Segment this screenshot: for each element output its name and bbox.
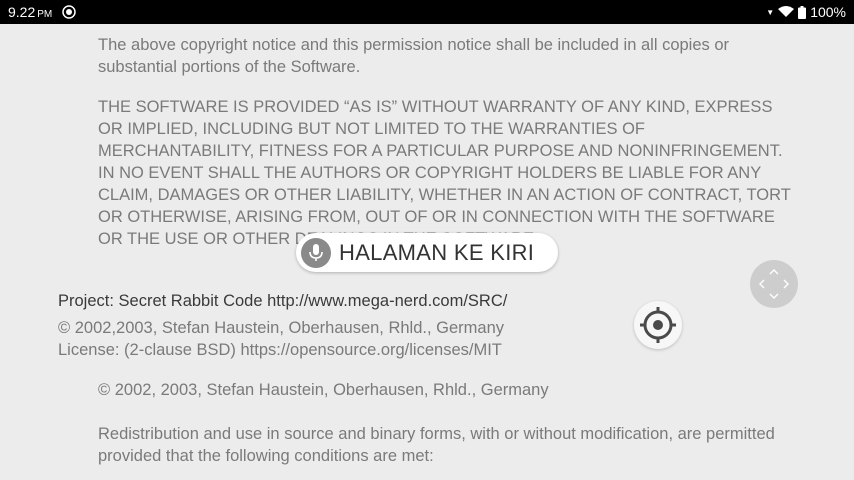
cast-icon — [62, 5, 76, 19]
voice-command-pill: HALAMAN KE KIRI — [296, 233, 558, 272]
dpad-arrows-icon — [759, 269, 789, 299]
wifi-icon — [778, 6, 795, 17]
status-time: 9.22 PM — [8, 4, 52, 20]
status-time-value: 9.22 — [8, 4, 36, 20]
signal-icon: ▼ — [766, 7, 775, 17]
voice-command-text: HALAMAN KE KIRI — [339, 239, 535, 265]
status-right: ▼ 100% — [766, 4, 846, 20]
scroll-dpad[interactable] — [750, 260, 798, 308]
copyright-notice-paragraph: The above copyright notice and this perm… — [98, 36, 730, 76]
crosshair-button[interactable] — [634, 301, 682, 349]
redistribution-paragraph: Redistribution and use in source and bin… — [98, 425, 775, 465]
license-copyright: © 2002, 2003, Stefan Haustein, Oberhause… — [98, 381, 549, 399]
battery-percent: 100% — [810, 4, 846, 20]
crosshair-icon — [640, 307, 676, 343]
warranty-paragraph: THE SOFTWARE IS PROVIDED “AS IS” WITHOUT… — [98, 98, 791, 248]
microphone-icon — [301, 237, 331, 268]
status-time-ampm: PM — [37, 9, 53, 20]
battery-icon — [798, 5, 807, 19]
status-bar: 9.22 PM ▼ 100% — [0, 0, 854, 24]
